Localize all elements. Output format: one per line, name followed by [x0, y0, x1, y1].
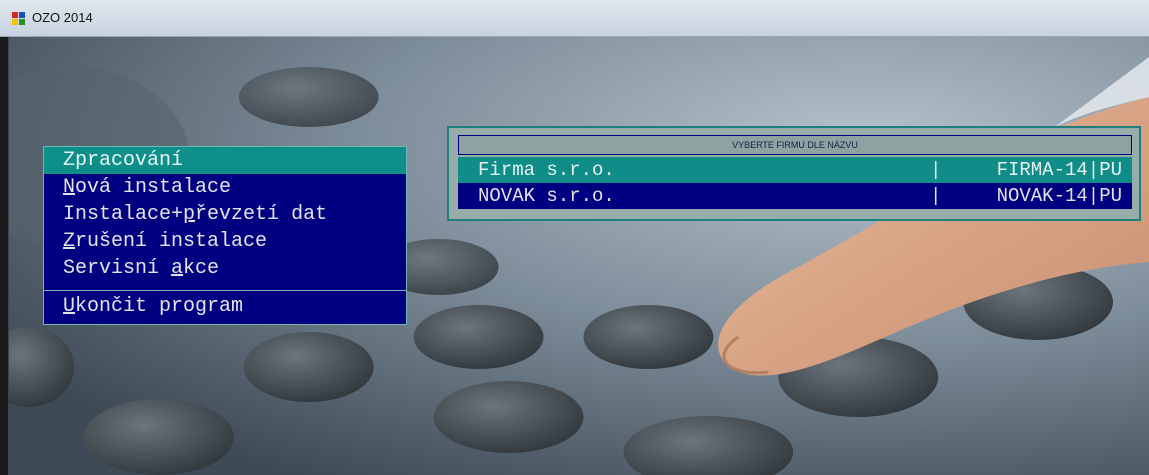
menu-item-label-pre: Servisní: [63, 257, 172, 280]
menu-item-label-post: kce: [183, 257, 220, 280]
company-picker-dialog: VYBERTE FIRMU DLE NÁZVU Firma s.r.o. | F…: [447, 126, 1141, 221]
menu-item-accelerator: p: [183, 203, 196, 226]
menu-item-label-post: řevzetí dat: [195, 203, 328, 226]
menu-item-accelerator: N: [63, 176, 76, 199]
company-row[interactable]: Firma s.r.o. | FIRMA-14|PU: [458, 157, 1132, 183]
menu-item-ukoncit-program[interactable]: Ukončit program: [44, 293, 406, 320]
menu-item-instalace-prevzeti-dat[interactable]: Instalace+převzetí dat: [44, 201, 406, 228]
column-separator: |: [930, 159, 942, 181]
company-code: NOVAK-14|PU: [996, 185, 1122, 207]
menu-item-nova-instalace[interactable]: Nová instalace: [44, 174, 406, 201]
column-separator: |: [930, 185, 942, 207]
company-name: Firma s.r.o.: [478, 159, 615, 181]
company-picker-title: VYBERTE FIRMU DLE NÁZVU: [458, 135, 1132, 155]
menu-item-accelerator: U: [63, 295, 76, 318]
menu-item-label-post: končit program: [75, 295, 244, 318]
menu-item-label-post: ová instalace: [75, 176, 232, 199]
menu-item-servisni-akce[interactable]: Servisní akce: [44, 255, 406, 282]
menu-item-label-post: rušení instalace: [75, 230, 268, 253]
main-menu: Zpracování Nová instalace Instalace+přev…: [43, 146, 407, 325]
company-code: FIRMA-14|PU: [996, 159, 1122, 181]
app-icon: [12, 12, 25, 25]
company-row[interactable]: NOVAK s.r.o. | NOVAK-14|PU: [458, 183, 1132, 209]
menu-item-zruseni-instalace[interactable]: Zrušení instalace: [44, 228, 406, 255]
company-name: NOVAK s.r.o.: [478, 185, 615, 207]
title-bar: OZO 2014: [0, 0, 1149, 37]
menu-divider: [44, 290, 406, 291]
menu-item-accelerator: Z: [63, 230, 76, 253]
menu-item-label: Zpracování: [63, 149, 184, 172]
menu-item-zpracovani[interactable]: Zpracování: [44, 147, 406, 174]
app-background: Zpracování Nová instalace Instalace+přev…: [8, 37, 1149, 475]
window-title: OZO 2014: [32, 10, 93, 25]
menu-item-label-pre: Instalace+: [63, 203, 184, 226]
menu-item-accelerator: a: [171, 257, 184, 280]
